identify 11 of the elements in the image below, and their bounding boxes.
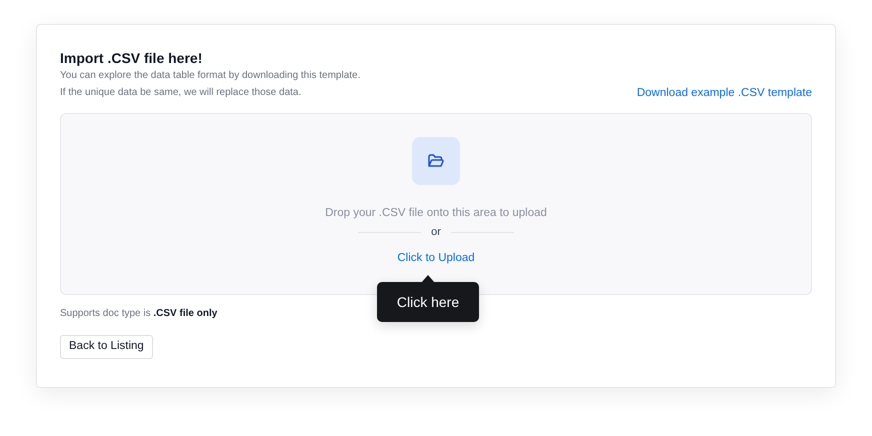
description: You can explore the data table format by downloading this template. (60, 69, 360, 83)
download-link[interactable]: Download example .CSV template (636, 85, 812, 101)
supported-types-note: Supports doc type is .CSV file only (60, 307, 218, 321)
title: Import .CSV file here! (60, 49, 204, 67)
folder-icon (428, 154, 444, 168)
drop-instruction: Drop your .CSV file onto this area to upload (325, 206, 547, 221)
back-button[interactable]: Back to Listing (60, 335, 153, 359)
upload-link[interactable]: Click to Upload (397, 250, 475, 266)
description: If the unique data be same, we will replace those data. (60, 86, 302, 100)
separator-text: or (431, 225, 441, 239)
tooltip-arrow (421, 275, 435, 283)
